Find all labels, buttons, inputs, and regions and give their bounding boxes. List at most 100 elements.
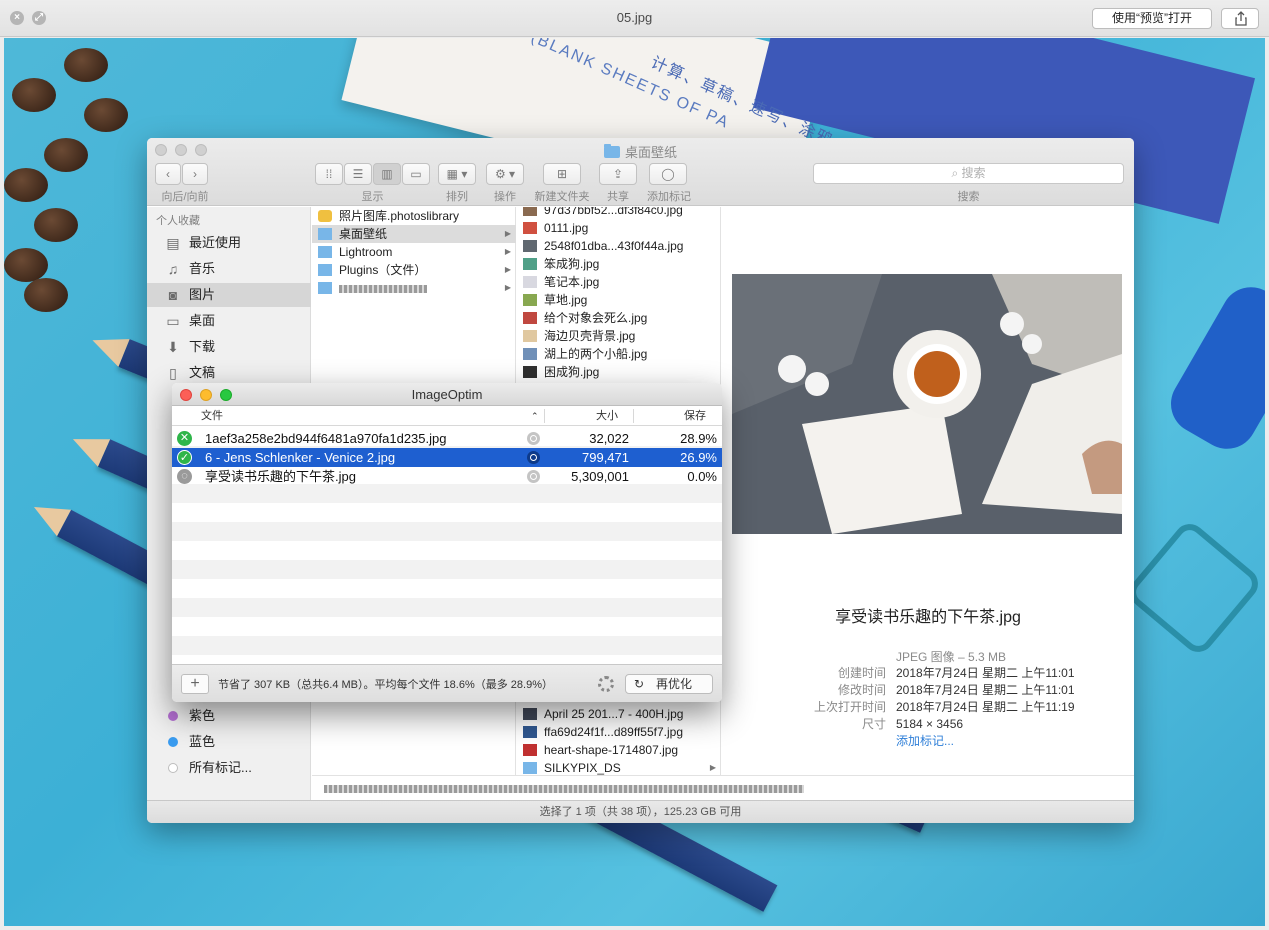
list-item[interactable]: 0111.jpg [517, 219, 720, 237]
pending-icon: ◌ [177, 469, 192, 484]
add-tags-link[interactable]: 添加标记... [896, 732, 954, 749]
sidebar-tag-purple[interactable]: 紫色 [147, 704, 311, 728]
list-item[interactable]: ffa69d24f1f...d89ff55f7.jpg [517, 723, 720, 741]
error-x-icon: ✕ [177, 431, 192, 446]
list-item[interactable]: heart-shape-1714807.jpg [517, 741, 720, 759]
list-item[interactable]: 草地.jpg [517, 291, 720, 309]
list-view-button[interactable]: ☰ [344, 163, 372, 185]
new-folder-button[interactable]: ⊞ [543, 163, 581, 185]
image-file-icon [523, 348, 537, 360]
share-button[interactable] [1221, 8, 1259, 29]
finder-share-button[interactable]: ⇪ [599, 163, 637, 185]
icon-view-button[interactable]: ⁞⁞ [315, 163, 343, 185]
chevron-right-icon: ▶ [504, 283, 511, 292]
coffee-bean [4, 248, 48, 282]
preview-kind: JPEG 图像 – 5.3 MB [896, 650, 1007, 664]
image-file-icon [523, 366, 537, 378]
table-header: 文件 ⌃ 大小 保存 [172, 406, 722, 426]
table-row[interactable]: ◌ 享受读书乐趣的下午茶.jpg 5,309,001 0.0% [172, 467, 722, 486]
savings-summary: 节省了 307 KB（总共6.4 MB）。平均每个文件 18.6%（最多 28.… [218, 679, 553, 691]
quicklook-title: 05.jpg [616, 10, 653, 25]
sidebar-item-documents[interactable]: ▯ 文稿 [147, 361, 311, 385]
coffee-bean [44, 138, 88, 172]
sidebar-item-pictures[interactable]: ◙ 图片 [147, 283, 311, 307]
list-item[interactable]: 湖上的两个小船.jpg [517, 345, 720, 363]
list-item[interactable]: ▶ [312, 279, 516, 297]
recents-icon: ▤ [166, 235, 180, 251]
window-minimize-button[interactable] [200, 389, 212, 401]
preview-filename: 享受读书乐趣的下午茶.jpg [835, 609, 1021, 626]
image-file-icon [523, 312, 537, 324]
window-close-button[interactable] [180, 389, 192, 401]
gallery-view-button[interactable]: ▭ [402, 163, 430, 185]
folder-icon [318, 228, 332, 240]
column-header-saved[interactable]: 保存 [684, 406, 706, 426]
sidebar-item-recents[interactable]: ▤ 最近使用 [147, 231, 311, 255]
list-item[interactable]: April 25 201...7 - 400H.jpg [517, 705, 720, 723]
music-icon: ♫ [167, 261, 179, 277]
folder-icon [523, 762, 537, 774]
nav-label: 向后/向前 [161, 191, 209, 203]
open-with-preview-button[interactable]: 使用“预览”打开 [1092, 8, 1212, 29]
all-tags-dot [168, 763, 178, 773]
list-item[interactable]: 笨成狗.jpg [517, 255, 720, 273]
list-item[interactable]: Lightroom ▶ [312, 243, 516, 261]
imageoptim-window: ImageOptim 文件 ⌃ 大小 保存 ✕ 1aef3a258e2bd944… [172, 383, 722, 702]
image-file-icon [523, 744, 537, 756]
folder-icon [318, 246, 332, 258]
list-item[interactable]: 桌面壁纸 ▶ [312, 225, 516, 243]
sidebar-all-tags[interactable]: 所有标记... [147, 756, 311, 780]
search-icon: ⌕ [951, 166, 962, 180]
action-button[interactable]: ⚙ ▾ [486, 163, 524, 185]
back-button[interactable]: ‹ [155, 163, 181, 185]
column-header-size[interactable]: 大小 [596, 406, 618, 426]
checkmark-icon: ✓ [177, 450, 192, 465]
preview-created-row: 创建时间 2018年7月24日 星期二 上午11:01 [837, 666, 1075, 680]
magnifier-icon[interactable] [527, 432, 540, 445]
sidebar-tag-blue[interactable]: 蓝色 [147, 730, 311, 754]
column-header-file[interactable]: 文件 [201, 406, 223, 426]
list-item[interactable]: 笔记本.jpg [517, 273, 720, 291]
list-item[interactable]: 给个对象会死么.jpg [517, 309, 720, 327]
coffee-bean [12, 78, 56, 112]
column-separator [544, 409, 545, 423]
column-view-button[interactable]: ▥ [373, 163, 401, 185]
image-file-icon [523, 240, 537, 252]
forward-button[interactable]: › [182, 163, 208, 185]
sidebar-item-desktop[interactable]: ▭ 桌面 [147, 309, 311, 333]
coffee-bean [24, 278, 68, 312]
magnifier-icon[interactable] [527, 470, 540, 483]
table-row[interactable]: ✓ 6 - Jens Schlenker - Venice 2.jpg 799,… [172, 448, 722, 467]
preview-thumbnail [732, 274, 1122, 534]
blurred-text [339, 284, 427, 293]
magnifier-icon[interactable] [527, 451, 540, 464]
window-zoom-button[interactable] [220, 389, 232, 401]
image-file-icon [523, 708, 537, 720]
image-file-icon [523, 258, 537, 270]
list-item[interactable]: Plugins（文件） ▶ [312, 261, 516, 279]
table-row[interactable]: ✕ 1aef3a258e2bd944f6481a970fa1d235.jpg 3… [172, 429, 722, 448]
camera-icon: ◙ [168, 287, 178, 303]
finder-toolbar: 桌面壁纸 ‹ › 向后/向前 ⁞⁞ ☰ ▥ ▭ 显示 ▦ ▾ 排列 ⚙ ▾ 操作… [147, 138, 1134, 206]
list-item[interactable]: 97d37bbf52...df3f84c0.jpg [517, 207, 720, 219]
desktop-icon: ▭ [166, 313, 180, 329]
list-item[interactable]: 2548f01dba...43f0f44a.jpg [517, 237, 720, 255]
arrange-button[interactable]: ▦ ▾ [438, 163, 476, 185]
action-label: 操作 [494, 191, 516, 203]
chevron-right-icon: ▶ [504, 229, 511, 238]
add-files-button[interactable]: + [181, 674, 209, 694]
image-file-icon [523, 294, 537, 306]
sidebar-item-music[interactable]: ♫ 音乐 [147, 257, 311, 281]
list-item[interactable]: 困成狗.jpg [517, 363, 720, 381]
status-bar: 选择了 1 项（共 38 项），125.23 GB 可用 [147, 800, 1134, 823]
coffee-bean [84, 98, 128, 132]
sidebar-item-downloads[interactable]: ⬇ 下载 [147, 335, 311, 359]
chevron-right-icon: ▶ [504, 247, 511, 256]
image-file-icon [523, 222, 537, 234]
list-item[interactable]: 海边贝壳背景.jpg [517, 327, 720, 345]
search-input[interactable]: ⌕ 搜索 [813, 163, 1124, 184]
finder-title: 桌面壁纸 [147, 142, 1134, 161]
add-tag-button[interactable]: ◯ [649, 163, 687, 185]
list-item[interactable]: 照片图库.photoslibrary [312, 207, 516, 225]
reoptimize-button[interactable]: ↻ 再优化 [625, 674, 713, 694]
